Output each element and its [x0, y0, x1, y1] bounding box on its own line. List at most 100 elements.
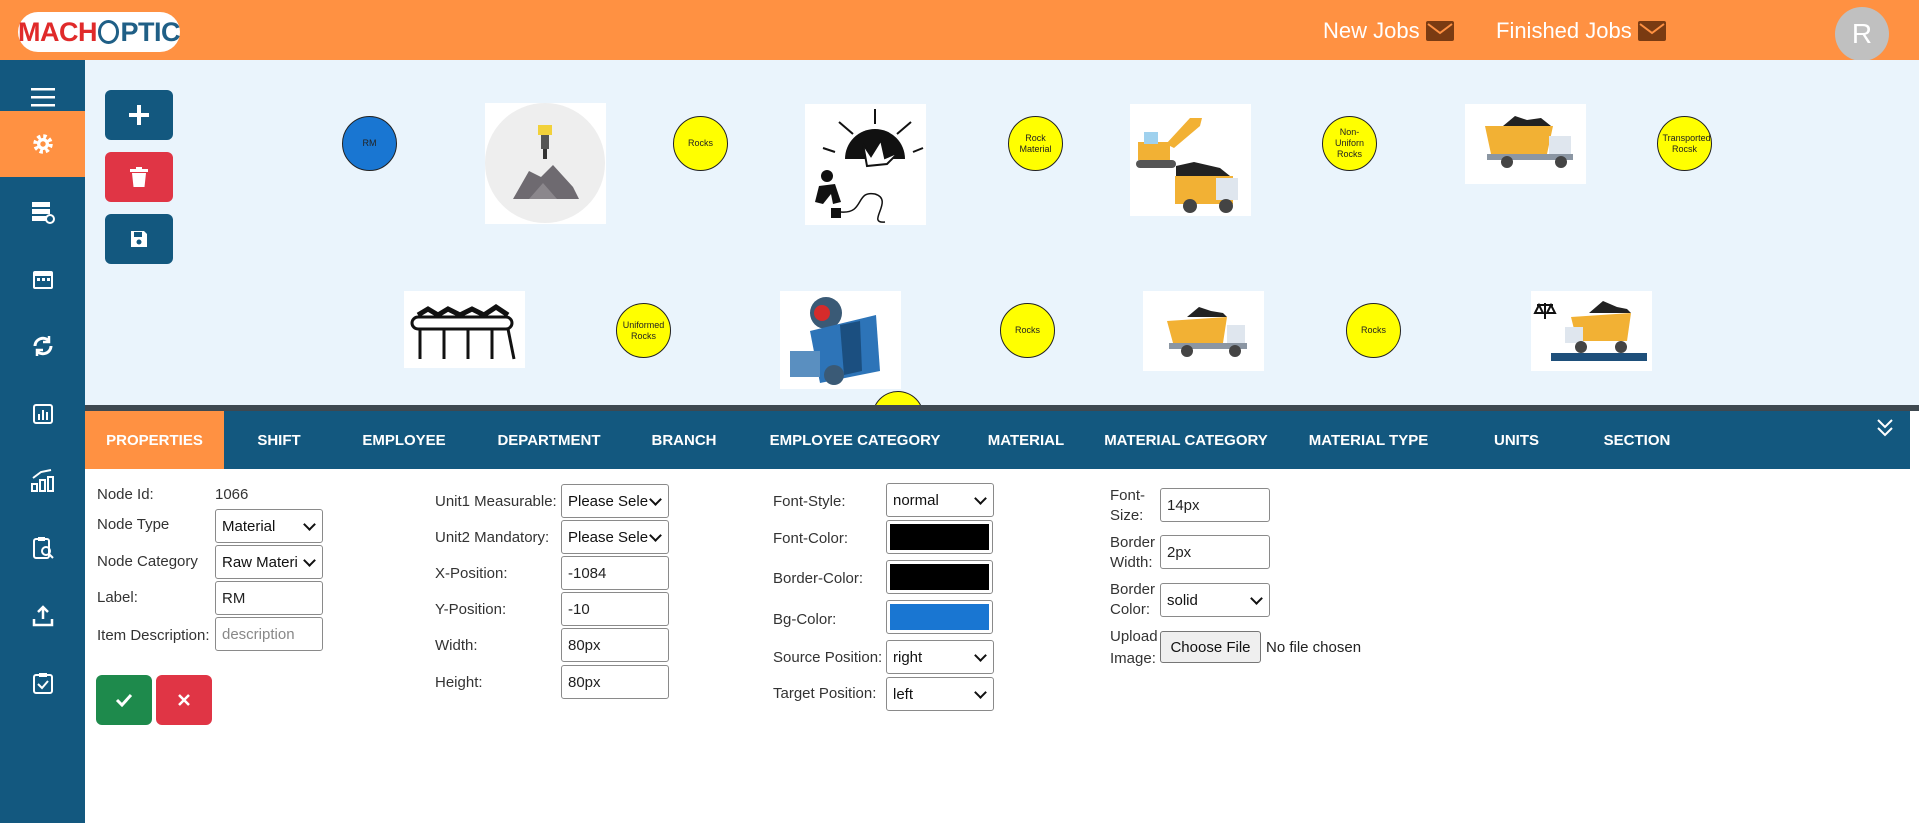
flow-node-excavator-truck[interactable]: [1130, 104, 1251, 216]
close-icon: [178, 694, 190, 706]
tab-label: DEPARTMENT: [497, 431, 601, 449]
flow-node-conveyor[interactable]: [404, 291, 525, 368]
item-description-input[interactable]: description: [215, 617, 323, 651]
sidebar-item-calendar[interactable]: [0, 246, 85, 312]
flow-node-non-uniform[interactable]: Non-Uniforn Rocks: [1322, 116, 1377, 171]
font-color-label: Font-Color:: [773, 530, 849, 547]
flow-node-crusher[interactable]: [780, 291, 901, 389]
top-bar: MACH PTIC New Jobs Finished Jobs R: [0, 0, 1919, 61]
node-category-select[interactable]: Raw Materi: [215, 545, 323, 579]
new-jobs-label: New Jobs: [1323, 18, 1420, 43]
calendar-icon: [32, 271, 53, 289]
target-position-select[interactable]: left: [886, 677, 994, 711]
cancel-button[interactable]: [156, 675, 212, 725]
flow-node-rocks[interactable]: Rocks: [1000, 303, 1055, 358]
app-logo[interactable]: MACH PTIC: [18, 12, 180, 52]
unit1-label: Unit1 Measurable:: [435, 493, 557, 510]
height-input[interactable]: 80px: [561, 665, 669, 699]
delete-node-button[interactable]: [105, 152, 173, 202]
sidebar-item-database[interactable]: [0, 179, 85, 245]
tab-material[interactable]: MATERIAL: [966, 411, 1086, 469]
tab-label: SHIFT: [257, 431, 301, 449]
label-input[interactable]: RM: [215, 581, 323, 615]
flow-node-rocks[interactable]: Rocks: [1346, 303, 1401, 358]
select-value: Please Sele: [568, 492, 649, 510]
y-position-input[interactable]: -10: [561, 592, 669, 626]
confirm-button[interactable]: [96, 675, 152, 725]
flow-node-blasting[interactable]: [805, 104, 926, 225]
border-color-picker[interactable]: [886, 560, 993, 594]
sidebar-item-inspect[interactable]: [0, 515, 85, 581]
collapse-panel-icon[interactable]: [1875, 417, 1895, 439]
save-flow-button[interactable]: [105, 214, 173, 264]
flow-node-dump-truck[interactable]: [1143, 291, 1264, 371]
select-value: Material: [222, 517, 276, 535]
check-icon: [115, 693, 133, 707]
select-value: Raw Materi: [222, 553, 298, 571]
flow-node-drilling[interactable]: [485, 103, 606, 224]
sidebar-item-analytics[interactable]: [0, 447, 85, 513]
tab-material-type[interactable]: MATERIAL TYPE: [1286, 411, 1451, 469]
sidebar-item-upload[interactable]: [0, 583, 85, 649]
bg-color-picker[interactable]: [886, 600, 993, 634]
node-label: Uniformed Rocks: [622, 319, 665, 341]
border-style-select[interactable]: solid: [1160, 583, 1270, 617]
finished-jobs-link[interactable]: Finished Jobs: [1496, 18, 1666, 44]
tab-employee[interactable]: EMPLOYEE: [334, 411, 474, 469]
choose-file-button[interactable]: Choose File: [1160, 631, 1261, 663]
crusher-icon: [790, 297, 880, 385]
font-size-input[interactable]: 14px: [1160, 488, 1270, 522]
mail-icon: [1637, 21, 1666, 41]
weigh-truck-icon: [1533, 301, 1647, 361]
sidebar-item-sync[interactable]: [0, 313, 85, 379]
new-jobs-link[interactable]: New Jobs: [1323, 18, 1454, 44]
upload-icon: [32, 605, 53, 627]
trash-icon: [130, 167, 148, 187]
flow-node-rocks[interactable]: Rocks: [673, 116, 728, 171]
user-avatar[interactable]: R: [1835, 7, 1889, 61]
tab-label: PROPERTIES: [106, 431, 203, 449]
tab-label: BRANCH: [651, 431, 717, 449]
select-value: Please Sele: [568, 528, 649, 546]
dump-truck-icon: [1167, 307, 1247, 357]
unit2-select[interactable]: Please Sele: [561, 520, 669, 554]
tab-employee-category[interactable]: EMPLOYEE CATEGORY: [744, 411, 966, 469]
width-input[interactable]: 80px: [561, 628, 669, 662]
tab-department[interactable]: DEPARTMENT: [474, 411, 624, 469]
chevron-down-icon: [303, 553, 316, 567]
tab-label: MATERIAL: [987, 431, 1065, 449]
color-swatch: [890, 604, 989, 630]
font-color-picker[interactable]: [886, 520, 993, 554]
flow-node-uniformed[interactable]: Uniformed Rocks: [616, 303, 671, 358]
tab-properties[interactable]: PROPERTIES: [85, 411, 224, 469]
add-node-button[interactable]: [105, 90, 173, 140]
source-position-select[interactable]: right: [886, 640, 994, 674]
sidebar-item-checklist[interactable]: [0, 650, 85, 716]
database-icon: [31, 202, 55, 224]
node-label: RM: [362, 138, 377, 148]
font-style-select[interactable]: normal: [886, 483, 994, 517]
tab-section[interactable]: SECTION: [1582, 411, 1692, 469]
unit1-select[interactable]: Please Sele: [561, 484, 669, 518]
sidebar-item-settings[interactable]: [0, 111, 85, 177]
tab-label: MATERIAL TYPE: [1308, 431, 1429, 449]
border-color-label: Border-Color:: [773, 570, 864, 587]
x-position-input[interactable]: -1084: [561, 556, 669, 590]
sidebar-item-report[interactable]: [0, 381, 85, 447]
tab-shift[interactable]: SHIFT: [224, 411, 334, 469]
flow-node-weigh-truck[interactable]: [1531, 291, 1652, 371]
flow-node-rm[interactable]: RM: [342, 116, 397, 171]
tab-material-category[interactable]: MATERIAL CATEGORY: [1086, 411, 1286, 469]
tab-branch[interactable]: BRANCH: [624, 411, 744, 469]
node-type-select[interactable]: Material: [215, 509, 323, 543]
label-label: Label:: [97, 589, 138, 606]
flow-node-rock-material[interactable]: Rock Material: [1008, 116, 1063, 171]
chevron-down-icon: [974, 491, 987, 505]
flow-node-dump-truck[interactable]: [1465, 104, 1586, 184]
flow-node-transported[interactable]: Transported Rocsk: [1657, 116, 1712, 171]
tab-units[interactable]: UNITS: [1451, 411, 1582, 469]
node-label: Non-Uniforn Rocks: [1334, 127, 1364, 159]
tab-label: SECTION: [1603, 431, 1671, 449]
border-width-input[interactable]: 2px: [1160, 535, 1270, 569]
conveyor-icon: [410, 303, 516, 360]
